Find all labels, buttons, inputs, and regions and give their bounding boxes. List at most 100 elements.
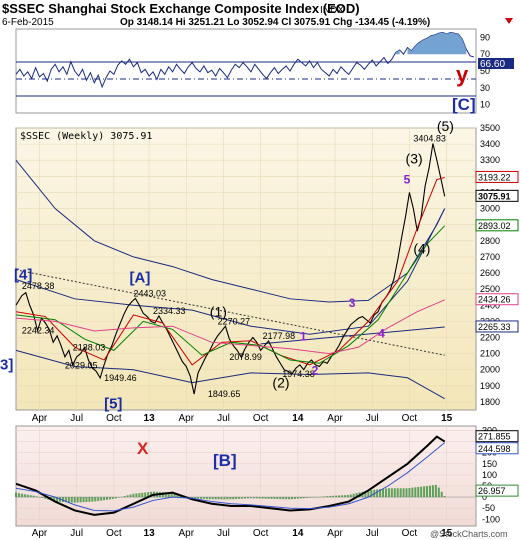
osc-histogram-bar <box>417 487 420 498</box>
osc-histogram-bar <box>329 495 332 498</box>
osc-histogram-bar <box>41 497 44 498</box>
osc-histogram-bar <box>79 497 82 503</box>
osc-histogram-bar <box>402 488 405 498</box>
x-tick-label-bottom: 14 <box>292 528 304 539</box>
osc-value-label: 244.598 <box>478 444 511 454</box>
osc-histogram-bar <box>405 488 408 498</box>
price-value-label: 2265.33 <box>478 322 511 332</box>
down-arrow-icon <box>505 18 513 24</box>
osc-histogram-bar <box>429 485 431 498</box>
osc-histogram-bar <box>223 497 226 500</box>
osc-histogram-bar <box>232 497 235 500</box>
osc-histogram-bar <box>291 497 293 500</box>
osc-histogram-bar <box>199 497 202 499</box>
osc-histogram-bar <box>261 497 264 499</box>
price-panel-title: $SSEC (Weekly) 3075.91 <box>20 131 152 142</box>
osc-histogram-bar <box>108 497 111 500</box>
annotation-value: 2029.05 <box>65 360 98 370</box>
price-value-label: 2434.26 <box>478 295 511 305</box>
osc-histogram-bar <box>141 492 144 498</box>
osc-histogram-bar <box>320 496 323 498</box>
annotation-value: 3404.83 <box>413 134 446 144</box>
x-tick-label-bottom: Apr <box>327 528 343 539</box>
wave-label-c: [C] <box>452 95 476 114</box>
osc-histogram-bar <box>302 497 305 499</box>
x-tick-label-bottom: Jul <box>366 528 379 539</box>
annotation-value: 2334.33 <box>153 306 186 316</box>
osc-histogram-bar <box>208 497 211 500</box>
rsi-tick-label: 70 <box>480 49 490 59</box>
price-tick-label: 2700 <box>480 252 500 262</box>
price-value-label: 2893.02 <box>478 221 511 231</box>
osc-histogram-bar <box>26 494 29 498</box>
osc-histogram-bar <box>340 495 343 498</box>
osc-histogram-bar <box>414 487 417 498</box>
osc-histogram-bar <box>114 497 117 499</box>
osc-histogram-bar <box>258 497 261 499</box>
rsi-tick-label: 10 <box>480 100 490 110</box>
osc-histogram-bar <box>323 496 326 498</box>
osc-histogram-bar <box>67 497 70 503</box>
price-tick-label: 3300 <box>480 155 500 165</box>
annotation-value: 2443.03 <box>133 288 166 298</box>
rsi-tick-label: 90 <box>480 32 490 42</box>
osc-histogram-bar <box>279 497 282 500</box>
osc-histogram-bar <box>311 497 314 498</box>
osc-histogram-bar <box>267 497 270 499</box>
osc-histogram-bar <box>349 494 352 498</box>
chart-canvas: $SSEC Shanghai Stock Exchange Composite … <box>0 1 519 539</box>
x-tick-label: Jul <box>366 413 379 424</box>
osc-histogram-bar <box>38 497 41 498</box>
x-tick-label: Jul <box>217 413 230 424</box>
chart-header-title: $SSEC Shanghai Stock Exchange Composite … <box>2 1 360 16</box>
osc-histogram-bar <box>20 493 23 498</box>
osc-histogram-bar <box>29 495 32 498</box>
osc-histogram-bar <box>103 497 106 501</box>
annotation-wave-black: (5) <box>437 118 454 134</box>
annotation-value: 2177.98 <box>263 331 296 341</box>
annotation-wave-purple: 5 <box>404 173 411 187</box>
x-tick-label: 15 <box>441 413 453 424</box>
osc-histogram-bar <box>126 495 129 498</box>
osc-histogram-bar <box>85 497 88 502</box>
osc-histogram-bar <box>211 497 214 500</box>
chart-header-date: 6-Feb-2015 <box>2 17 54 28</box>
osc-histogram-bar <box>335 495 338 498</box>
rsi-tick-label: 30 <box>480 83 490 93</box>
osc-histogram-bar <box>299 497 302 499</box>
osc-histogram-bar <box>431 485 434 498</box>
osc-histogram-bar <box>384 488 387 498</box>
osc-histogram-bar <box>205 497 208 500</box>
osc-histogram-bar <box>235 497 238 500</box>
annotation-wave-purple: 2 <box>312 364 319 378</box>
osc-histogram-bar <box>94 497 97 502</box>
price-tick-label: 3000 <box>480 204 500 214</box>
price-value-label: 3075.91 <box>478 191 511 201</box>
osc-histogram-bar <box>443 496 446 498</box>
x-tick-label: Apr <box>179 413 195 424</box>
price-tick-label: 2800 <box>480 236 500 246</box>
osc-histogram-bar <box>132 493 135 498</box>
osc-histogram-bar <box>202 497 205 499</box>
osc-histogram-bar <box>346 494 349 498</box>
osc-histogram-bar <box>387 488 390 498</box>
chart-header-exchange: INDX <box>320 5 344 16</box>
osc-histogram-bar <box>376 489 379 498</box>
osc-histogram-bar <box>293 497 296 499</box>
osc-histogram-bar <box>308 497 311 498</box>
osc-histogram-bar <box>282 497 285 500</box>
osc-histogram-bar <box>305 497 308 499</box>
osc-histogram-bar <box>73 497 76 503</box>
annotation-wave-black: (2) <box>272 374 289 390</box>
osc-histogram-bar <box>352 493 355 498</box>
annotation-wave-blue: [4] <box>14 266 32 283</box>
price-tick-label: 2500 <box>480 284 500 294</box>
oscillator-panel-frame <box>15 425 477 527</box>
annotation-wave-blue: 3] <box>0 357 13 374</box>
osc-histogram-bar <box>408 488 411 498</box>
osc-histogram-bar <box>100 497 103 501</box>
osc-histogram-bar <box>23 494 26 498</box>
osc-histogram-bar <box>434 484 437 498</box>
osc-histogram-bar <box>138 493 141 498</box>
x-tick-label: Oct <box>106 413 122 424</box>
